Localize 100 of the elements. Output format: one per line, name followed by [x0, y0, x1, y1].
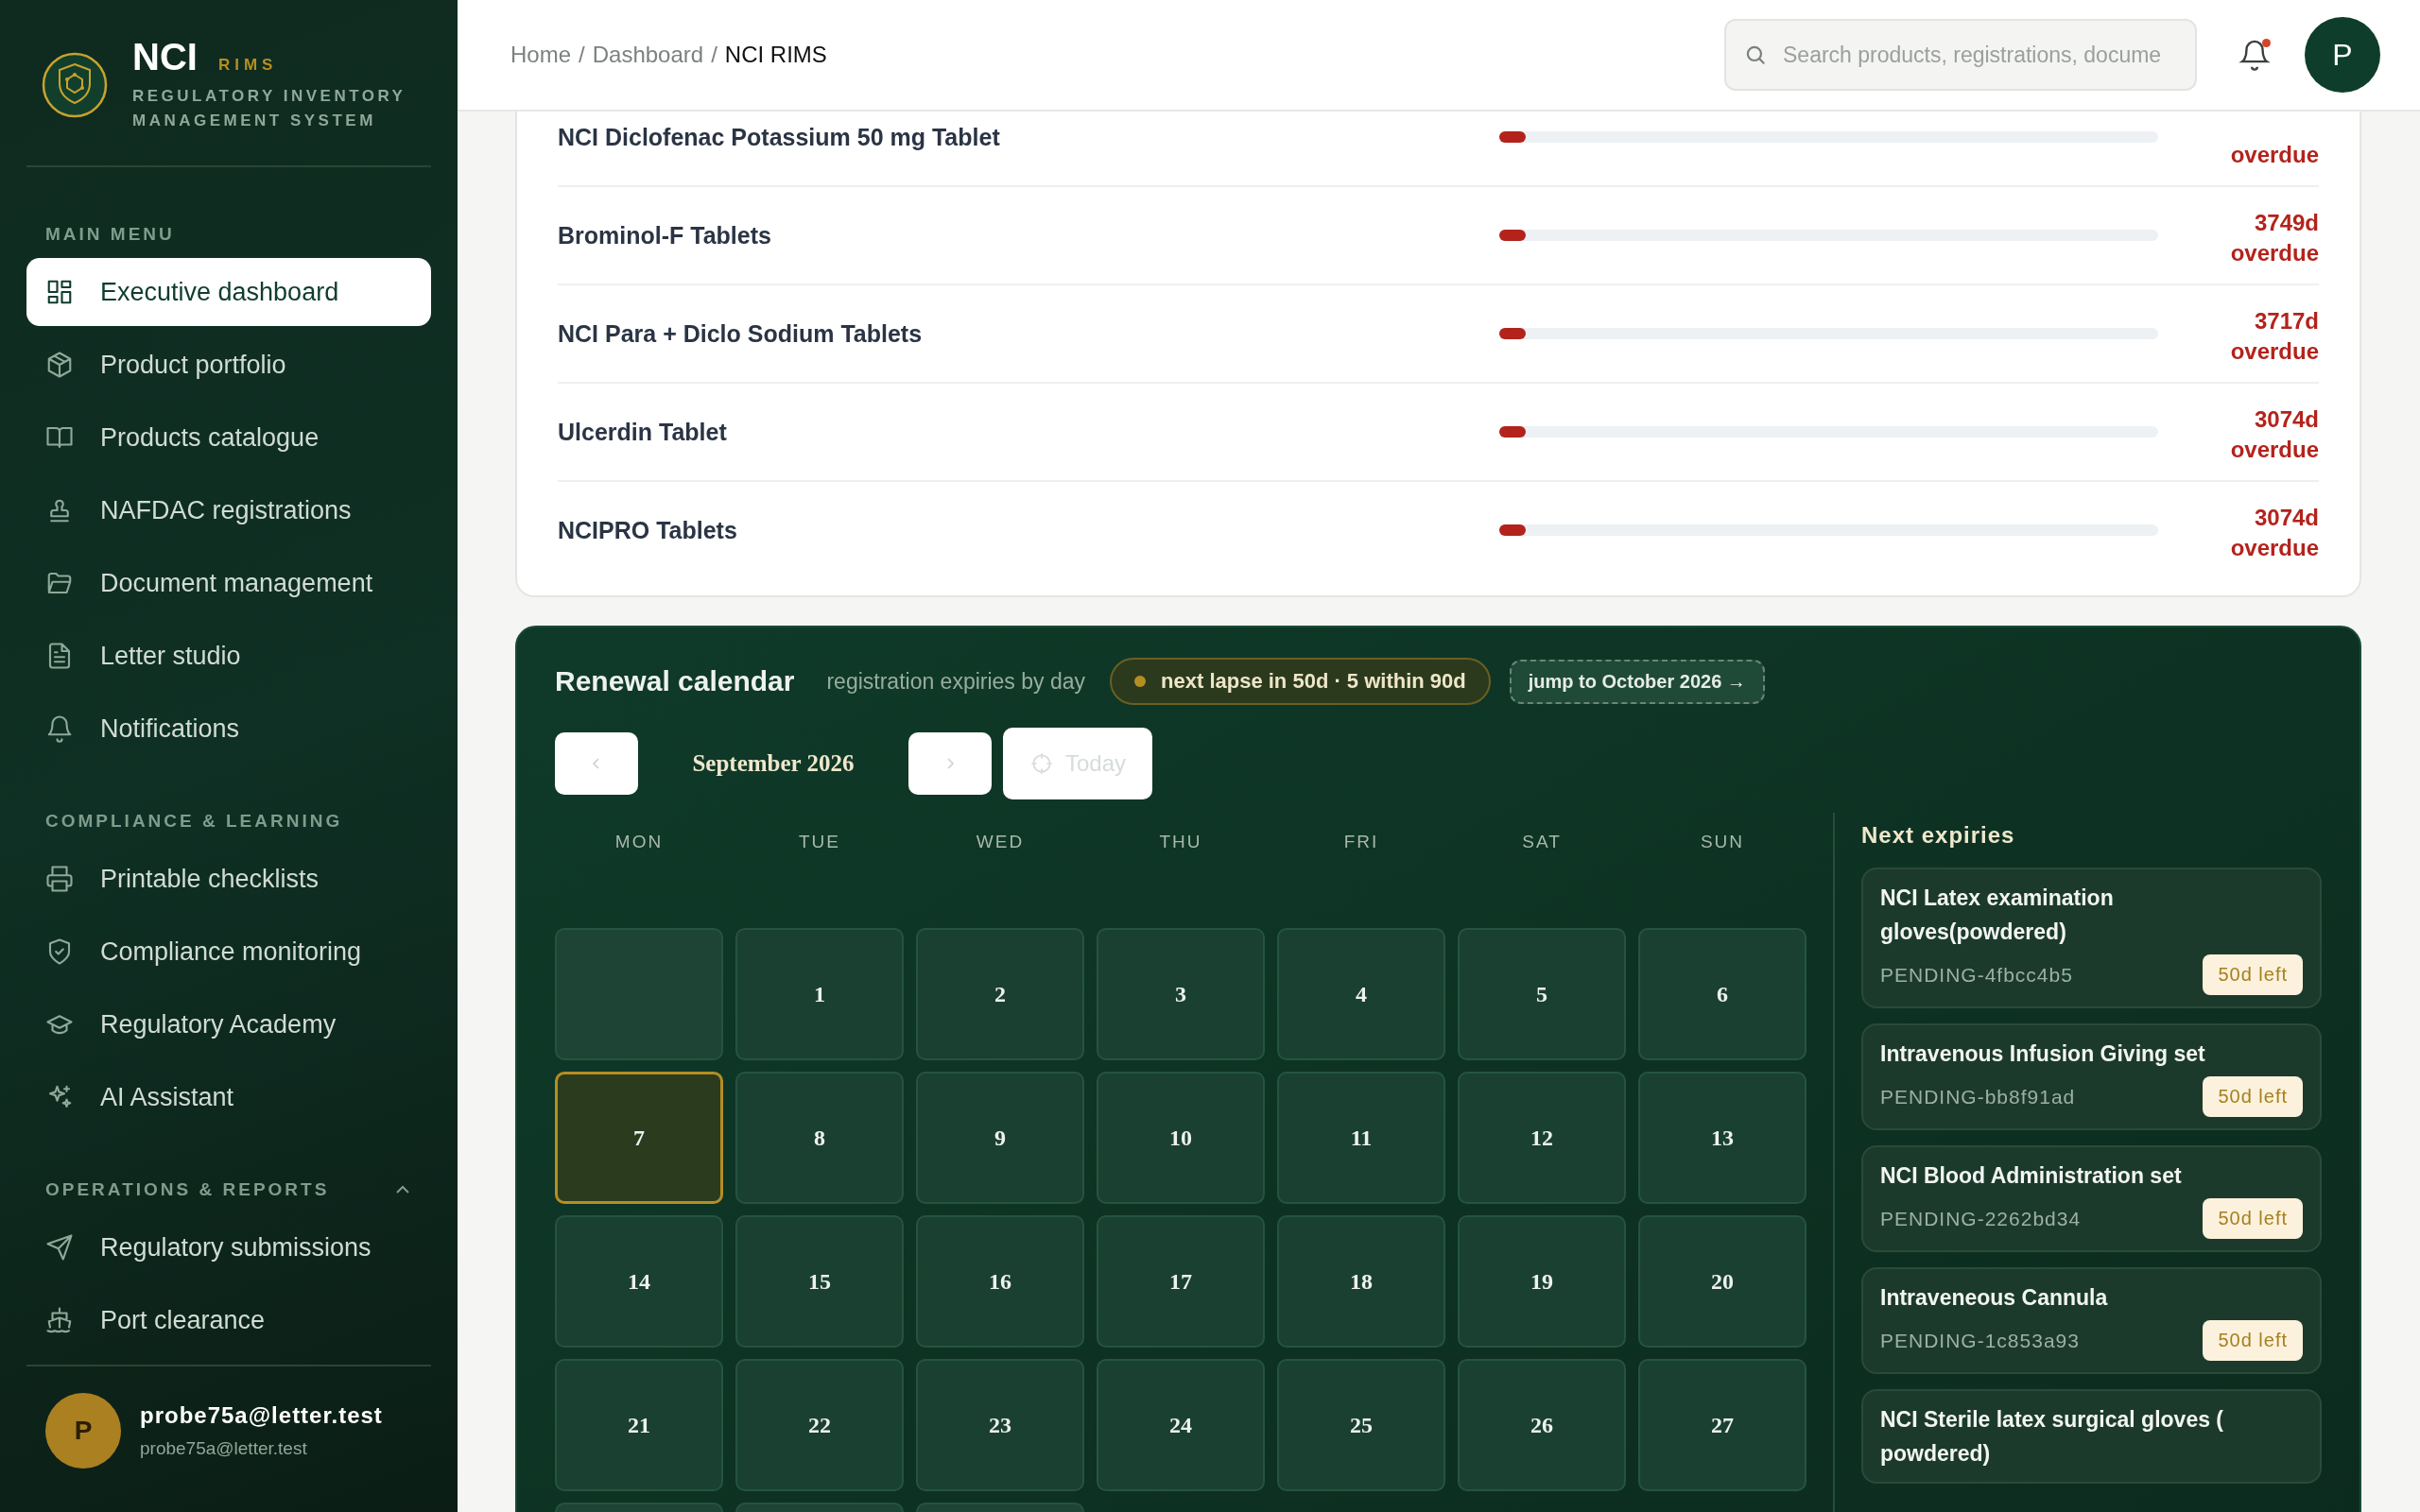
nav-item[interactable]: Products catalogue [26, 404, 431, 472]
registration-code: PENDING-1c853a93 [1880, 1329, 2080, 1352]
nav-item[interactable]: Port clearance [26, 1286, 431, 1354]
days-count: 3074d [2254, 406, 2319, 433]
expiry-name: NCI Blood Administration set [1880, 1162, 2183, 1190]
status-text: overdue [2230, 437, 2319, 463]
weekday-label: TUE [798, 831, 841, 853]
nav-item[interactable]: Document management [26, 549, 431, 617]
user-avatar[interactable]: P [45, 1393, 121, 1469]
status-text: overdue [2230, 240, 2319, 266]
weekday-label: SUN [1699, 831, 1746, 853]
day-cell[interactable]: 6 [1638, 928, 1806, 1060]
nav-item[interactable]: Executive dashboard [26, 258, 431, 326]
day-cell[interactable]: 26 [1458, 1359, 1626, 1491]
brand-product: RIMS [217, 56, 278, 75]
calendar-subtitle: registration expiries by day [826, 668, 1086, 695]
day-cell[interactable]: 24 [1097, 1359, 1265, 1491]
breadcrumb-link[interactable]: Home [510, 42, 572, 68]
day-cell[interactable]: 22 [735, 1359, 904, 1491]
day-cell[interactable]: 21 [555, 1359, 723, 1491]
brand-name: NCI [132, 36, 198, 78]
next-expiries-title: Next expiries [1861, 822, 2016, 849]
month-label: September 2026 [691, 750, 856, 777]
expiry-card[interactable]: NCI Blood Administration set PENDING-2262bd34 50d left [1861, 1145, 2322, 1252]
registration-code: PENDING-2262bd34 [1880, 1207, 2082, 1230]
crosshair-icon [1029, 751, 1054, 776]
nav-item[interactable]: Letter studio [26, 622, 431, 690]
days-count: 3749d [2254, 210, 2319, 236]
section-title: OPERATIONS & REPORTS [45, 1179, 330, 1200]
registration-code: PENDING-4fbcc4b5 [1880, 963, 2073, 987]
grid-icon [45, 278, 74, 306]
day-cell[interactable]: 20 [1638, 1215, 1806, 1348]
day-cell[interactable]: 16 [916, 1215, 1084, 1348]
days-left-badge: 50d left [2203, 954, 2303, 995]
breadcrumb-link[interactable]: Dashboard [592, 42, 704, 68]
day-cell[interactable]: 2 [916, 928, 1084, 1060]
ship-icon [45, 1306, 74, 1334]
product-name: Brominol-F Tablets [558, 221, 772, 249]
day-cell[interactable]: 13 [1638, 1072, 1806, 1204]
summary-pill: next lapse in 50d · 5 within 90d [1110, 658, 1491, 705]
nav-item[interactable]: Regulatory Academy [26, 990, 431, 1058]
day-cell[interactable]: 23 [916, 1359, 1084, 1491]
day-cell[interactable]: 19 [1458, 1215, 1626, 1348]
day-cell[interactable]: 4 [1277, 928, 1445, 1060]
day-cell[interactable]: 25 [1277, 1359, 1445, 1491]
nav-item[interactable]: Regulatory submissions [26, 1213, 431, 1281]
notifications-bell-icon[interactable] [2238, 39, 2271, 71]
profile-avatar[interactable]: P [2305, 17, 2380, 93]
expiry-card[interactable]: Intravenous Infusion Giving set PENDING-bb8f91ad 50d left [1861, 1023, 2322, 1130]
expiry-card[interactable]: NCI Latex examination gloves(powdered) PENDING-4fbcc4b5 50d left [1861, 868, 2322, 1008]
expiry-name: Intravenous Infusion Giving set [1880, 1040, 2206, 1068]
nav-item[interactable]: Compliance monitoring [26, 918, 431, 986]
product-name: NCI Diclofenac Potassium 50 mg Tablet [558, 123, 1001, 151]
calendar-title: Renewal calendar [555, 665, 795, 697]
breadcrumb-separator: / [579, 42, 585, 68]
weekday-label: FRI [1342, 831, 1380, 853]
product-name: NCIPRO Tablets [558, 516, 738, 544]
expiry-card[interactable]: Intraveneous Cannula PENDING-1c853a93 50d left [1861, 1267, 2322, 1374]
registration-code: PENDING-bb8f91ad [1880, 1085, 2076, 1108]
weekday-label: THU [1158, 831, 1203, 853]
day-cell[interactable]: 1 [735, 928, 904, 1060]
days-left-badge: 50d left [2203, 1076, 2303, 1117]
nav-item[interactable]: AI Assistant [26, 1063, 431, 1131]
nav-item[interactable]: Product portfolio [26, 331, 431, 399]
day-cell[interactable]: 11 [1277, 1072, 1445, 1204]
days-count: 3717d [2254, 308, 2319, 335]
status-text: overdue [2230, 142, 2319, 168]
user-email: probe75a@letter.test [140, 1438, 308, 1459]
status-text: overdue [2230, 535, 2319, 561]
day-cell[interactable]: 17 [1097, 1215, 1265, 1348]
product-name: Ulcerdin Tablet [558, 418, 728, 446]
weekday-label: SAT [1521, 831, 1563, 853]
expiry-card[interactable]: NCI Sterile latex surgical gloves ( powdered) [1861, 1389, 2322, 1484]
day-cell[interactable]: 15 [735, 1215, 904, 1348]
brand-tagline: REGULATORY INVENTORY MANAGEMENT SYSTEM [132, 86, 407, 131]
product-name: NCI Para + Diclo Sodium Tablets [558, 319, 924, 348]
bell-icon [45, 714, 74, 743]
section-title: COMPLIANCE & LEARNING [45, 811, 343, 832]
jump-button[interactable]: jump to October 2026 → [1509, 659, 1765, 704]
day-cell[interactable]: 3 [1097, 928, 1265, 1060]
nav-item[interactable]: Printable checklists [26, 845, 431, 913]
day-cell[interactable]: 10 [1097, 1072, 1265, 1204]
day-cell[interactable]: 9 [916, 1072, 1084, 1204]
weekday-label: MON [614, 831, 665, 853]
day-cell[interactable]: 18 [1277, 1215, 1445, 1348]
days-count: 3074d [2254, 505, 2319, 531]
day-cell[interactable]: 5 [1458, 928, 1626, 1060]
printer-icon [45, 865, 74, 893]
shield-logo-icon [42, 51, 108, 118]
day-cell[interactable]: 7 [555, 1072, 723, 1204]
day-cell[interactable]: 14 [555, 1215, 723, 1348]
search-field[interactable]: Search products, registrations, docume [1724, 19, 2197, 91]
nav-item[interactable]: Notifications [26, 695, 431, 763]
send-icon [45, 1233, 74, 1262]
status-text: overdue [2230, 338, 2319, 365]
nav-item[interactable]: NAFDAC registrations [26, 476, 431, 544]
user-name: probe75a@letter.test [140, 1402, 383, 1429]
day-cell[interactable]: 12 [1458, 1072, 1626, 1204]
day-cell[interactable]: 8 [735, 1072, 904, 1204]
day-cell[interactable]: 27 [1638, 1359, 1806, 1491]
